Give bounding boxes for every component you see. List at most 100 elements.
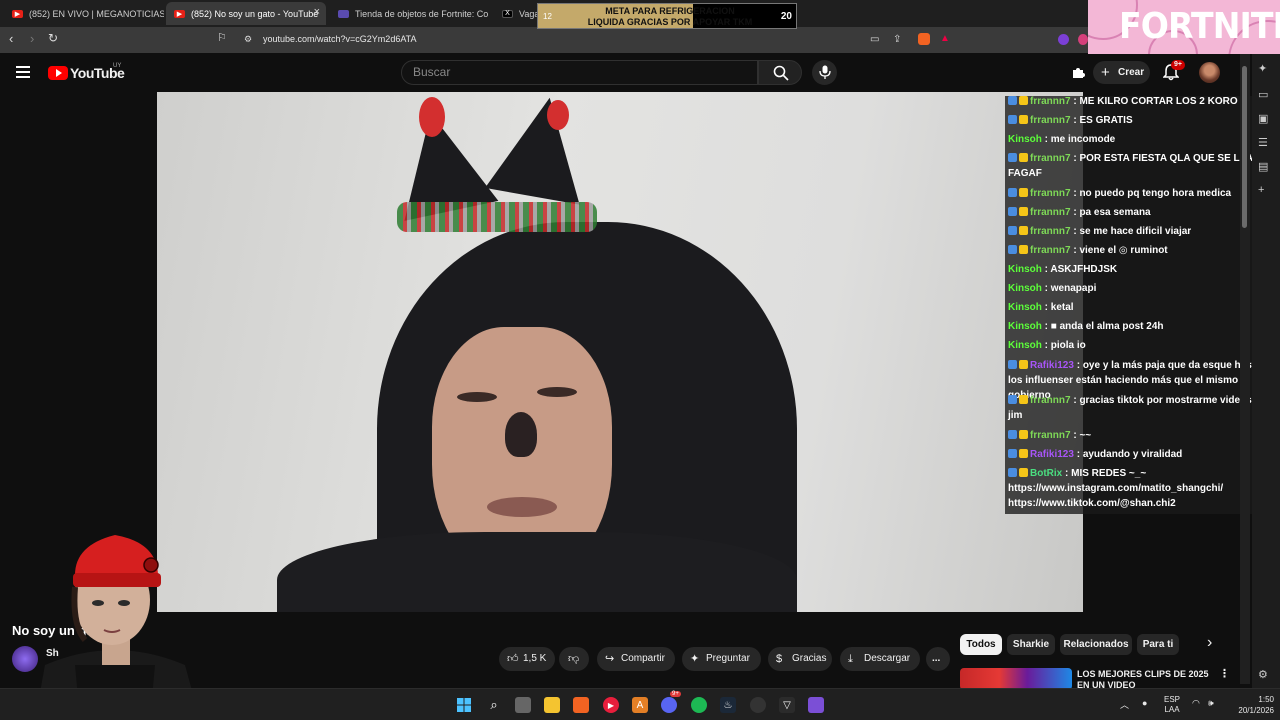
chat-username[interactable]: frrannn7 [1030,96,1071,107]
cast-icon[interactable]: ▭ [870,34,879,45]
more-actions-button[interactable]: ... [926,647,950,671]
share-button[interactable]: ↪ Compartir [597,647,675,671]
chat-username[interactable]: Rafiki123 [1030,360,1074,371]
menu-icon[interactable] [16,66,30,78]
chat-username[interactable]: frrannn7 [1030,245,1071,256]
tab-x[interactable]: X Vaga [494,2,542,25]
chat-badge-icon [1019,468,1028,477]
media-player-icon[interactable]: ▶ [603,697,619,713]
extension-puzzle-icon[interactable] [1071,65,1085,79]
tab-meganoticias[interactable]: ▶ (852) EN VIVO | MEGANOTICIAS [4,2,164,25]
video-player[interactable] [157,92,1083,612]
recommendation-menu-icon[interactable]: ⋮ [1219,667,1230,680]
bookmark-icon[interactable]: ⚐ [217,31,227,44]
ask-button[interactable]: ✦ Preguntar [682,647,761,671]
chat-badge-icon [1019,245,1028,254]
sidebar-reading-list-icon[interactable]: ☰ [1258,136,1268,149]
chat-username[interactable]: Kinsoh [1008,283,1042,294]
chat-username[interactable]: frrannn7 [1030,226,1071,237]
chat-username[interactable]: frrannn7 [1030,153,1071,164]
sidebar-ai-icon[interactable]: ✦ [1258,62,1267,75]
dislike-button[interactable]: 👎︎ [559,647,589,671]
chip-sharkie[interactable]: Sharkie [1007,634,1055,655]
recommendation-thumbnail[interactable] [960,668,1072,690]
sidebar-add-icon[interactable]: + [1258,184,1264,196]
file-explorer-icon[interactable] [544,697,560,713]
brave-shield-icon[interactable] [918,33,930,45]
notifications-button[interactable]: 9+ [1162,60,1185,81]
search-button[interactable] [758,60,802,85]
chat-username[interactable]: frrannn7 [1030,430,1071,441]
chat-username[interactable]: frrannn7 [1030,395,1071,406]
keyboard-layout: LAA [1164,705,1180,714]
close-tab-icon[interactable]: × [314,6,320,18]
volume-icon[interactable]: 🕪︎ [1208,698,1214,709]
tray-overflow-icon[interactable]: ︿ [1120,698,1129,711]
chat-username[interactable]: frrannn7 [1030,207,1071,218]
page-scrollbar[interactable] [1240,54,1250,684]
game-launcher-icon[interactable]: ▽ [779,697,795,713]
brave-browser-icon[interactable] [573,697,589,713]
voice-search-button[interactable] [812,60,837,85]
thanks-button[interactable]: $ Gracias [768,647,832,671]
search-input[interactable]: Buscar [401,60,758,85]
chat-message: Kinsoh : piola io [1008,340,1086,351]
text-editor-icon[interactable]: A [632,697,648,713]
extension-icon[interactable] [1058,34,1069,45]
tray-mic-icon[interactable]: ● [1142,698,1147,708]
chat-username[interactable]: Kinsoh [1008,321,1042,332]
download-button[interactable]: ⤓ Descargar [840,647,920,671]
steam-icon[interactable]: ♨ [720,697,736,713]
chat-username[interactable]: frrannn7 [1030,188,1071,199]
notification-badge: 9+ [1171,60,1185,70]
sidebar-settings-icon[interactable]: ⚙ [1258,668,1268,681]
chat-username[interactable]: Kinsoh [1008,340,1042,351]
task-view-icon[interactable] [515,697,531,713]
tab-fortnite-shop[interactable]: Tienda de objetos de Fortnite: Conte [330,2,488,25]
chat-username[interactable]: Kinsoh [1008,134,1042,145]
wifi-icon[interactable]: ◠ [1192,698,1200,709]
chat-message: frrannn7 : ES GRATIS [1008,113,1276,128]
reload-icon[interactable]: ↻ [48,31,58,45]
chat-username[interactable]: BotRix [1030,468,1062,479]
thanks-label: Gracias [792,653,827,664]
tab-label: (852) EN VIVO | MEGANOTICIAS [29,8,164,19]
chip-para-ti[interactable]: Para ti [1137,634,1179,655]
keyboard-language[interactable]: ESP LAA [1160,695,1184,715]
chip-relacionados[interactable]: Relacionados [1060,634,1132,655]
start-menu-icon[interactable] [456,697,472,713]
x-favicon-icon: X [502,9,513,18]
share-page-icon[interactable]: ⇪ [893,34,901,45]
sidebar-wallet-icon[interactable]: ▣ [1258,112,1268,125]
avatar[interactable] [1199,62,1220,83]
search-taskbar-icon[interactable]: ⌕ [486,697,502,713]
youtube-logo-icon[interactable] [48,66,68,80]
like-button[interactable]: 👍︎ 1,5 K [499,647,555,671]
site-info-icon[interactable]: ⚙ [244,34,252,45]
sidebar-media-icon[interactable]: ▭ [1258,88,1268,101]
clock-time: 1:50 [1258,695,1274,704]
tab-no-soy-un-gato[interactable]: ▶ (852) No soy un gato - YouTube × [166,2,326,25]
chat-badge-icon [1019,153,1028,162]
clock[interactable]: 1:50 20/1/2026 [1224,694,1274,716]
discord-icon[interactable]: 9+ [661,691,681,713]
sidebar-bookmarks-icon[interactable]: ▤ [1258,160,1268,173]
chat-username[interactable]: Rafiki123 [1030,449,1074,460]
spotify-icon[interactable] [691,697,707,713]
chip-todos[interactable]: Todos [960,634,1002,655]
fortnite-favicon-icon [338,9,349,18]
chat-username[interactable]: Kinsoh [1008,264,1042,275]
chips-next-icon[interactable]: › [1207,634,1212,652]
create-button[interactable]: + Crear [1093,61,1150,84]
profile-icon[interactable] [1078,34,1088,45]
chat-username[interactable]: frrannn7 [1030,115,1071,126]
goal-text: META PARA REFRIGERACION LIQUIDA GRACIAS … [560,6,780,28]
back-icon[interactable]: ‹ [9,31,13,46]
chat-badge-icon [1008,468,1017,477]
obs-icon[interactable] [750,697,766,713]
url-field[interactable]: youtube.com/watch?v=cG2Ym2d6ATA [263,34,417,44]
app-icon[interactable] [808,697,824,713]
brave-rewards-icon[interactable]: ▲ [940,33,950,44]
chat-username[interactable]: Kinsoh [1008,302,1042,313]
forward-icon[interactable]: › [30,31,34,46]
